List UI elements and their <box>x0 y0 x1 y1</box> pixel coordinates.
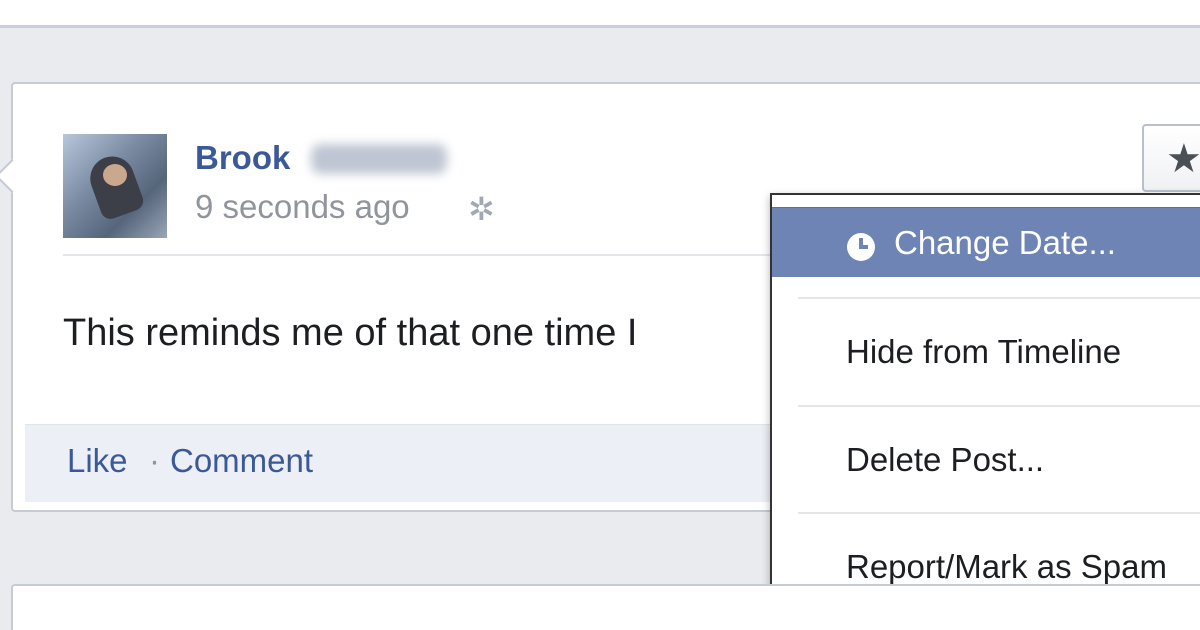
top-strip <box>0 0 1200 28</box>
menu-item-delete-post[interactable]: Delete Post... <box>772 425 1200 495</box>
post-options-menu: Change Date... Hide from Timeline Delete… <box>770 193 1200 617</box>
post-pointer <box>0 159 29 193</box>
header-divider <box>63 254 783 256</box>
star-icon: ★ <box>1166 137 1200 181</box>
gear-icon[interactable]: ✲ <box>468 190 495 228</box>
next-post-card <box>11 584 1200 630</box>
post-text: This reminds me of that one time I <box>63 312 638 354</box>
star-button[interactable]: ★ <box>1142 124 1200 192</box>
menu-item-label: Report/Mark as Spam <box>846 548 1167 585</box>
menu-item-hide-from-timeline[interactable]: Hide from Timeline <box>772 317 1200 387</box>
clock-icon <box>847 233 875 261</box>
menu-item-label: Delete Post... <box>846 441 1045 478</box>
avatar-face <box>103 164 127 186</box>
menu-item-label: Change Date... <box>894 224 1116 261</box>
post-timestamp[interactable]: 9 seconds ago <box>195 188 410 226</box>
action-separator: · <box>149 442 160 479</box>
menu-item-change-date[interactable]: Change Date... <box>772 207 1200 277</box>
comment-link[interactable]: Comment <box>170 442 313 480</box>
avatar[interactable] <box>63 134 167 238</box>
menu-item-label: Hide from Timeline <box>846 333 1122 370</box>
redacted-surname <box>311 144 447 174</box>
avatar-figure <box>84 150 146 222</box>
like-link[interactable]: Like <box>67 442 128 480</box>
menu-divider <box>798 297 1200 299</box>
menu-divider <box>798 405 1200 407</box>
menu-divider <box>798 512 1200 514</box>
author-name[interactable]: Brook <box>195 139 290 177</box>
